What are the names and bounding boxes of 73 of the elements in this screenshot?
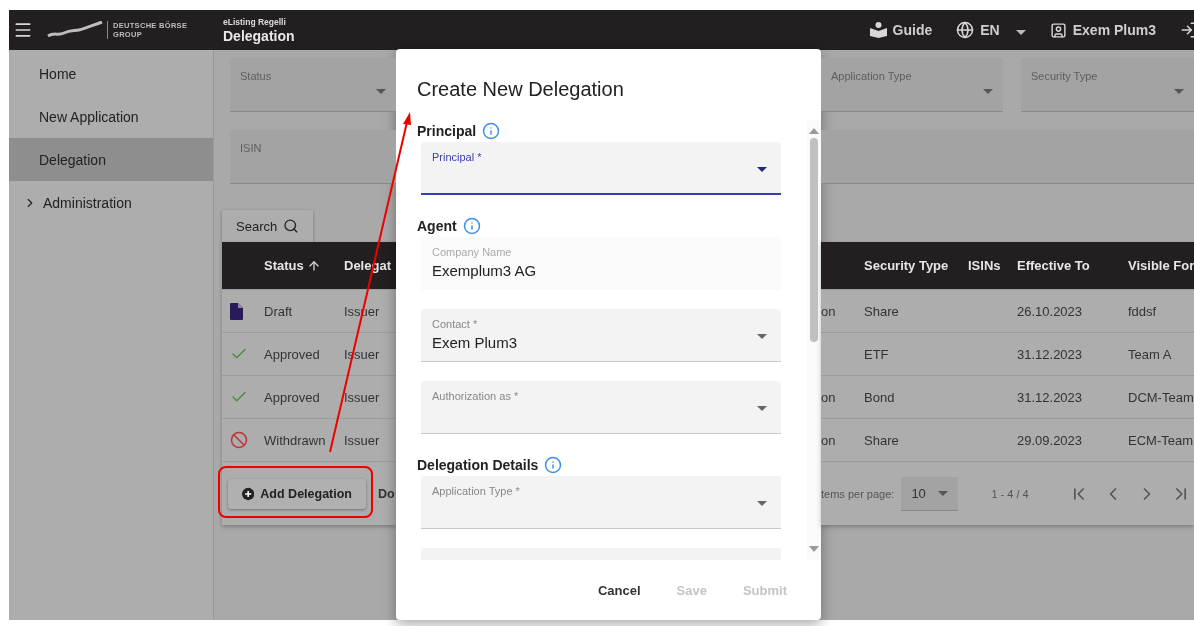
table-cell-text: on xyxy=(821,389,837,405)
user-icon xyxy=(1049,21,1067,39)
app-name: eListing Regelli xyxy=(223,16,287,27)
table-cell-text: ETF xyxy=(864,346,890,362)
readonly-field[interactable]: Company Name Exemplum3 AG xyxy=(421,237,781,290)
caret-icon xyxy=(1015,30,1026,35)
table-cell-text: Share xyxy=(864,303,900,319)
table-cell-text: Draft xyxy=(264,303,294,319)
info-icon[interactable] xyxy=(544,456,563,474)
guide-menu[interactable]: Guide xyxy=(869,22,933,38)
table-cell-text: Issuer xyxy=(344,432,381,448)
sidebar-item[interactable]: Home xyxy=(9,52,213,95)
table-cell-text: Team A xyxy=(1128,346,1173,362)
caret-icon xyxy=(757,501,767,506)
table-cell-text: Approved xyxy=(264,346,321,362)
table-cell-text: Bond xyxy=(864,389,896,405)
table-cell-text: Withdrawn xyxy=(264,432,327,448)
info-icon[interactable] xyxy=(462,217,481,235)
search-button[interactable]: Search xyxy=(222,210,313,242)
plus-circle-icon xyxy=(242,485,255,502)
caret-icon xyxy=(757,406,767,411)
caret-icon xyxy=(938,490,949,496)
table-cell-text: on xyxy=(821,303,837,319)
caret-icon xyxy=(757,167,767,172)
scrollbar[interactable] xyxy=(807,120,821,560)
section-title: Delegation Details xyxy=(417,457,539,473)
menu-icon[interactable] xyxy=(13,20,33,40)
table-cell-text: 31.12.2023 xyxy=(1017,389,1084,405)
user-menu[interactable]: Exem Plum3 xyxy=(1049,21,1156,39)
filter-input[interactable] xyxy=(821,130,1194,184)
language-menu[interactable]: EN xyxy=(956,21,1026,39)
wave-logo-icon xyxy=(47,21,103,39)
section-title: Agent xyxy=(417,218,457,234)
dialog-button[interactable]: Cancel xyxy=(579,572,659,608)
items-per-page-label: tems per page: xyxy=(821,487,895,500)
scroll-up-icon[interactable] xyxy=(809,128,819,134)
sidebar-item[interactable]: Delegation xyxy=(9,138,213,181)
page-range: 1 - 4 / 4 xyxy=(991,487,1029,500)
column-header[interactable]: Status xyxy=(264,258,344,273)
table-cell-text: Issuer xyxy=(344,389,381,405)
column-header[interactable]: Visible For xyxy=(1128,258,1194,273)
sidebar-item[interactable]: New Application xyxy=(9,95,213,138)
page-title: Delegation xyxy=(223,27,295,44)
caret-icon xyxy=(376,89,386,94)
table-cell-text: fddsf xyxy=(1128,303,1158,319)
search-icon xyxy=(283,218,299,234)
caret-icon xyxy=(1174,89,1184,94)
text-button[interactable]: Do xyxy=(378,486,395,501)
caret-icon xyxy=(757,334,767,339)
add-delegation-button[interactable]: Add Delegation xyxy=(228,478,366,509)
table-cell-text: Share xyxy=(864,432,900,448)
page-size-select[interactable]: 10 xyxy=(901,476,959,511)
book-reader-icon xyxy=(869,22,887,38)
table-cell: ECM-Team xyxy=(1128,432,1194,448)
scroll-down-icon[interactable] xyxy=(809,546,819,552)
table-cell-text: 31.12.2023 xyxy=(1017,346,1084,362)
sign-out-icon[interactable] xyxy=(1180,21,1194,39)
info-icon[interactable] xyxy=(482,122,501,140)
column-header[interactable]: Effective To xyxy=(1017,258,1128,273)
dialog-title: Create New Delegation xyxy=(416,77,625,102)
table-cell-text: Approved xyxy=(264,389,321,405)
globe-icon xyxy=(956,21,975,39)
select-field[interactable]: Principal * xyxy=(421,142,781,195)
column-header[interactable]: Security Type xyxy=(864,258,968,273)
sidebar-group[interactable]: Administration xyxy=(9,181,213,224)
caret-icon xyxy=(983,89,993,94)
select-field[interactable]: Contact * Exem Plum3 xyxy=(421,309,781,362)
table-cell-text: 29.09.2023 xyxy=(1017,432,1084,448)
section-title: Principal xyxy=(417,123,477,139)
table-cell-text: 26.10.2023 xyxy=(1017,303,1084,319)
table-cell: DCM-Team xyxy=(1128,389,1194,405)
table-cell-text: on xyxy=(821,432,837,448)
column-header[interactable]: ISINs xyxy=(968,258,1017,273)
